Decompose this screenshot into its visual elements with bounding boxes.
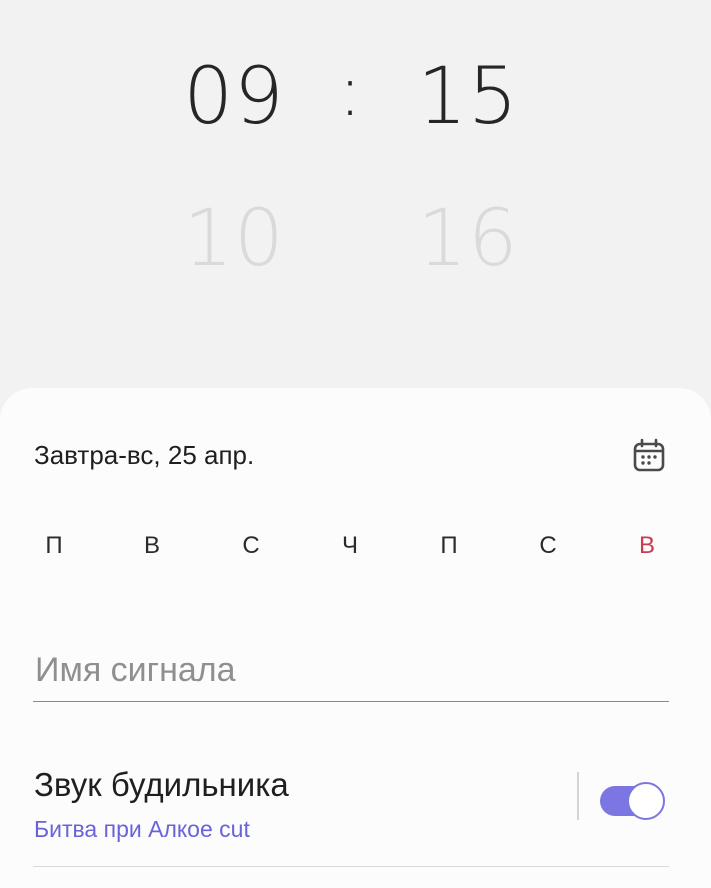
hour-next[interactable]: 10 [164, 200, 304, 278]
weekday-friday[interactable]: П [429, 532, 469, 560]
vertical-divider [577, 772, 579, 820]
alarm-sound-name: Битва при Алкое cut [34, 816, 250, 842]
calendar-button[interactable] [629, 436, 669, 476]
time-picker[interactable]: 09 : 15 10 16 [0, 0, 711, 400]
alarm-name-input[interactable] [33, 650, 669, 702]
weekday-saturday[interactable]: С [528, 532, 568, 560]
weekday-monday[interactable]: П [34, 532, 74, 560]
alarm-sound-toggle[interactable] [600, 782, 665, 820]
minute-selected[interactable]: 15 [398, 58, 538, 136]
alarm-sound-row[interactable]: Звук будильника Битва при Алкое cut [0, 758, 711, 868]
weekday-thursday[interactable]: Ч [330, 532, 370, 560]
alarm-date-label: Завтра-вс, 25 апр. [34, 440, 255, 470]
section-divider [33, 866, 669, 867]
alarm-sound-title: Звук будильника [34, 766, 289, 803]
weekday-sunday[interactable]: В [627, 532, 667, 560]
calendar-icon [633, 438, 665, 472]
weekday-selector: П В С Ч П С В [0, 532, 711, 562]
time-separator: : [338, 50, 362, 132]
hour-selected[interactable]: 09 [164, 58, 304, 136]
alarm-settings-sheet: Завтра-вс, 25 апр. П В С Ч П С В Звук бу… [0, 388, 711, 888]
weekday-tuesday[interactable]: В [132, 532, 172, 560]
minute-next[interactable]: 16 [398, 200, 538, 278]
toggle-knob [627, 782, 665, 820]
weekday-wednesday[interactable]: С [231, 532, 271, 560]
